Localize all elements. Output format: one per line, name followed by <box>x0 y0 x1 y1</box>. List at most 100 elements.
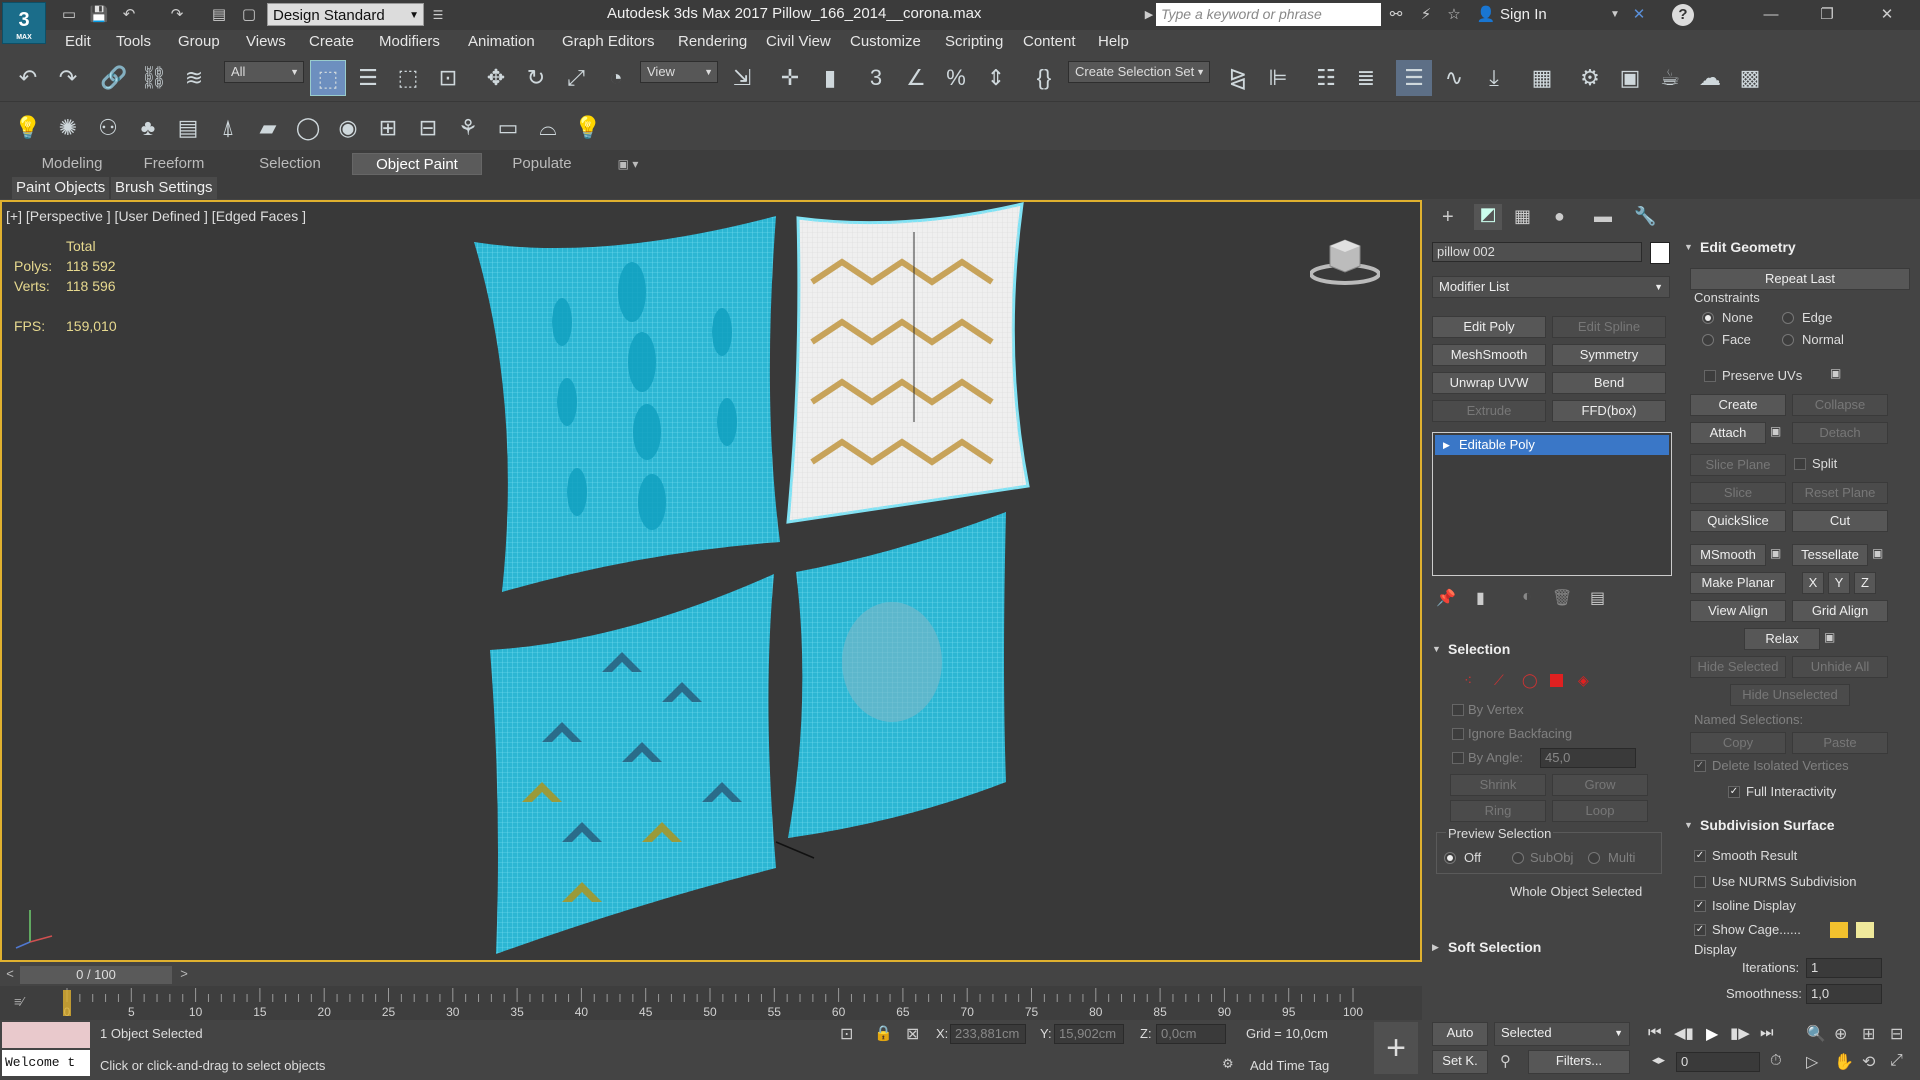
split-checkbox[interactable] <box>1794 458 1806 470</box>
constraint-edge-radio[interactable] <box>1782 312 1794 324</box>
iterations-spinner[interactable]: 1 <box>1806 958 1882 978</box>
menu-edit[interactable]: Edit <box>65 33 91 50</box>
tab-freeform[interactable]: Freeform <box>130 153 218 175</box>
exchange-icon[interactable]: ✕ <box>1628 4 1650 26</box>
detach-button[interactable]: Detach <box>1792 422 1888 444</box>
auto-key-button[interactable]: Auto <box>1432 1022 1488 1046</box>
tab-modeling[interactable]: Modeling <box>28 153 116 175</box>
loop-button[interactable]: Loop <box>1552 800 1648 822</box>
y-coord-field[interactable]: 15,902cm <box>1054 1024 1124 1044</box>
tessellate-button[interactable]: Tessellate <box>1792 544 1868 566</box>
pillow-bottom-left[interactable] <box>490 574 776 954</box>
snaps-toggle-icon[interactable]: 3 <box>858 60 894 96</box>
selection-filter-select[interactable]: All ▼ <box>224 61 304 83</box>
camera-icon[interactable]: ▭ <box>490 110 526 146</box>
bend-button[interactable]: Bend <box>1552 372 1666 394</box>
rendered-frame-window-icon[interactable]: ▣ <box>1612 60 1648 96</box>
ring-button[interactable]: Ring <box>1450 800 1546 822</box>
current-frame-marker[interactable] <box>63 990 71 1016</box>
time-slider-next-icon[interactable]: > <box>176 966 192 984</box>
grid-align-button[interactable]: Grid Align <box>1792 600 1888 622</box>
motion-panel-icon[interactable]: ● <box>1554 206 1565 227</box>
maximize-viewport-icon[interactable]: ⤢ <box>1890 1052 1903 1070</box>
field-of-view-icon[interactable]: ▷ <box>1806 1052 1818 1072</box>
pillow-bottom-right[interactable] <box>788 512 1006 838</box>
restore-icon[interactable]: ❐ <box>1816 4 1838 26</box>
zoom-all-icon[interactable]: ⊕ <box>1834 1024 1847 1044</box>
light-icon[interactable]: 💡 <box>570 110 606 146</box>
hierarchy-icon[interactable]: ⚇ <box>90 110 126 146</box>
menu-views[interactable]: Views <box>246 33 286 50</box>
pillow-scene[interactable] <box>2 202 1420 960</box>
layer-explorer-icon[interactable]: ≣ <box>1348 60 1384 96</box>
paint-objects-panel[interactable]: Paint Objects <box>12 177 110 199</box>
key-mode-icon[interactable]: ⚲ <box>1500 1052 1511 1070</box>
undo-icon[interactable]: ↶ <box>118 4 140 26</box>
edit-spline-button[interactable]: Edit Spline <box>1552 316 1666 338</box>
set-key-icon[interactable]: + <box>1374 1022 1418 1074</box>
collapse-button[interactable]: Collapse <box>1792 394 1888 416</box>
planar-x-button[interactable]: X <box>1802 572 1824 594</box>
cage-color-swatch-2[interactable] <box>1856 922 1874 938</box>
create-panel-icon[interactable]: + <box>1442 206 1454 229</box>
search-input[interactable]: Type a keyword or phrase <box>1156 3 1381 26</box>
selection-lock-icon[interactable]: 🔒 <box>874 1024 893 1042</box>
make-planar-button[interactable]: Make Planar <box>1690 572 1786 594</box>
new-scene-icon[interactable]: ▭ <box>58 4 80 26</box>
by-angle-checkbox[interactable] <box>1452 752 1464 764</box>
render-setup-icon[interactable]: ⚙ <box>1572 60 1608 96</box>
attach-button[interactable]: Attach <box>1690 422 1766 444</box>
pillow-top-right-selected[interactable] <box>786 202 1030 524</box>
list-icon[interactable]: ▤ <box>170 110 206 146</box>
place-icon[interactable]: ◔ <box>598 60 634 96</box>
unwrap-uvw-button[interactable]: Unwrap UVW <box>1432 372 1546 394</box>
subscription-icon[interactable]: ⚡ <box>1415 4 1437 26</box>
msmooth-button[interactable]: MSmooth <box>1690 544 1766 566</box>
filters-button[interactable]: Filters... <box>1528 1050 1630 1074</box>
pan-view-icon[interactable]: ✋ <box>1834 1052 1854 1072</box>
full-interactivity-checkbox[interactable]: ✓ <box>1728 786 1740 798</box>
delete-isolated-checkbox[interactable]: ✓ <box>1694 760 1706 772</box>
favorites-star-icon[interactable]: ☆ <box>1443 4 1465 26</box>
object-color-swatch[interactable] <box>1650 242 1670 264</box>
close-window-icon[interactable]: ✕ <box>1876 4 1898 26</box>
brush-settings-panel[interactable]: Brush Settings <box>111 177 217 199</box>
angle-snap-icon[interactable]: ∠ <box>898 60 934 96</box>
sign-in-link[interactable]: Sign In <box>1500 6 1547 23</box>
sun-icon[interactable]: ✺ <box>50 110 86 146</box>
a360-gallery-icon[interactable]: ▩ <box>1732 60 1768 96</box>
vertex-icon[interactable]: ⁖ <box>1464 672 1472 689</box>
extrude-button[interactable]: Extrude <box>1432 400 1546 422</box>
bake-icon[interactable]: ⚘ <box>450 110 486 146</box>
display-panel-icon[interactable]: ▬ <box>1594 206 1612 227</box>
material-editor-icon[interactable]: ▦ <box>1524 60 1560 96</box>
redo-icon[interactable]: ↷ <box>50 60 86 96</box>
named-selection-select[interactable]: Create Selection Set ▼ <box>1068 61 1210 83</box>
set-key-button[interactable]: Set K. <box>1432 1050 1488 1074</box>
material-ball-icon[interactable]: ◉ <box>330 110 366 146</box>
play-icon[interactable]: ▶ <box>1706 1024 1718 1044</box>
percent-snap-icon[interactable]: % <box>938 60 974 96</box>
edge-icon[interactable]: ⟋ <box>1494 672 1504 689</box>
modifier-list-select[interactable]: Modifier List ▼ <box>1432 276 1670 298</box>
menu-modifiers[interactable]: Modifiers <box>379 33 440 50</box>
preserve-uvs-checkbox[interactable] <box>1704 370 1716 382</box>
menu-civil-view[interactable]: Civil View <box>766 33 831 50</box>
ribbon-options-icon[interactable]: ▣ ▾ <box>608 153 648 175</box>
relax-settings-icon[interactable]: ▣ <box>1824 630 1835 644</box>
menu-tools[interactable]: Tools <box>116 33 151 50</box>
key-mode-toggle-icon[interactable]: ◂▸ <box>1652 1052 1665 1068</box>
orbit-icon[interactable]: ⟲ <box>1862 1052 1875 1072</box>
minimize-icon[interactable]: — <box>1760 4 1782 26</box>
help-icon[interactable]: ? <box>1672 4 1694 26</box>
menu-help[interactable]: Help <box>1098 33 1129 50</box>
render-region-icon[interactable]: ⊟ <box>410 110 446 146</box>
show-end-result-icon[interactable]: ▮ <box>1476 588 1485 608</box>
copy-button[interactable]: Copy <box>1690 732 1786 754</box>
select-manipulate-icon[interactable]: ✛ <box>772 60 808 96</box>
edit-geometry-rollout-header[interactable]: Edit Geometry <box>1680 236 1916 258</box>
border-icon[interactable]: ◯ <box>1522 672 1538 689</box>
time-tag-icon[interactable]: ⚙ <box>1222 1056 1234 1072</box>
attach-list-icon[interactable]: ▣ <box>1770 424 1781 438</box>
zoom-icon[interactable]: 🔍 <box>1806 1024 1826 1044</box>
